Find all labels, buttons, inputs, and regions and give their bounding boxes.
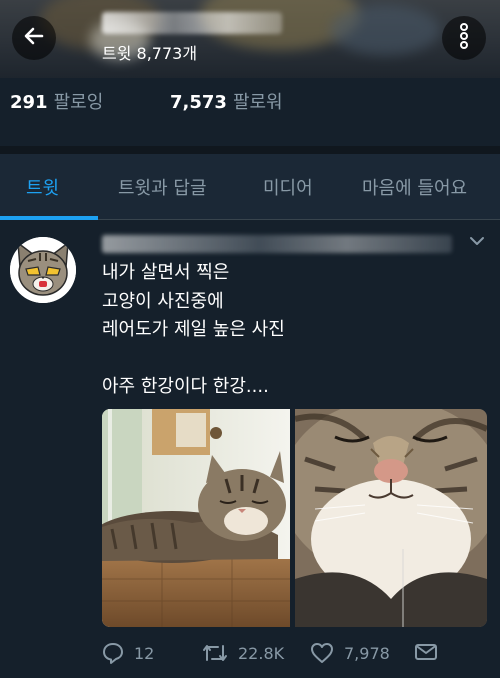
back-button[interactable] bbox=[12, 16, 56, 60]
profile-banner: 트윗 8,773개 bbox=[0, 0, 500, 78]
following-count: 291 bbox=[10, 92, 48, 113]
vertical-dots-icon bbox=[454, 23, 474, 53]
active-tab-indicator bbox=[0, 216, 98, 220]
heart-icon bbox=[311, 643, 333, 663]
like-button[interactable]: 7,978 bbox=[310, 642, 390, 664]
followers-stat[interactable]: 7,573 팔로워 bbox=[170, 88, 283, 114]
envelope-icon bbox=[415, 644, 437, 660]
section-divider bbox=[0, 146, 500, 154]
tweet-text-line bbox=[102, 345, 482, 374]
retweet-icon bbox=[203, 645, 227, 661]
reply-button[interactable]: 12 bbox=[102, 642, 154, 664]
tweet-text-line: 레어도가 제일 높은 사진 bbox=[102, 319, 285, 340]
following-label: 팔로잉 bbox=[53, 92, 104, 113]
more-options-button[interactable] bbox=[442, 16, 486, 60]
profile-name-redacted bbox=[102, 12, 282, 34]
tweet-text-line: 고양이 사진중에 bbox=[102, 290, 224, 312]
tweet-text-line: 내가 살면서 찍은 bbox=[102, 262, 230, 283]
like-count: 7,978 bbox=[344, 643, 390, 663]
cat-photo-right[interactable] bbox=[295, 409, 487, 627]
followers-label: 팔로워 bbox=[232, 92, 283, 113]
tweet-count: 트윗 8,773개 bbox=[102, 44, 198, 63]
tab-media[interactable]: 미디어 bbox=[263, 174, 313, 200]
tweet-text-line: 아주 한강이다 한강.... bbox=[102, 376, 269, 397]
tweet-actions: 12 22.8K 7,978 bbox=[102, 642, 492, 670]
tweet-text: 내가 살면서 찍은 고양이 사진중에 레어도가 제일 높은 사진 아주 한강이다… bbox=[102, 259, 482, 402]
retweet-button[interactable]: 22.8K bbox=[202, 642, 284, 664]
share-button[interactable] bbox=[414, 642, 448, 662]
profile-tabs: 트윗 트윗과 답글 미디어 마음에 들어요 bbox=[0, 154, 500, 220]
following-stat[interactable]: 291 팔로잉 bbox=[10, 88, 103, 114]
tab-likes[interactable]: 마음에 들어요 bbox=[362, 174, 467, 200]
reply-count: 12 bbox=[134, 643, 155, 663]
followers-count: 7,573 bbox=[170, 92, 227, 113]
follow-stats: 291 팔로잉 7,573 팔로워 bbox=[0, 78, 500, 150]
tab-tweets[interactable]: 트윗 bbox=[26, 174, 59, 200]
reply-icon bbox=[103, 643, 123, 664]
tweet-media bbox=[102, 409, 487, 627]
arrow-left-icon bbox=[22, 24, 46, 52]
cat-avatar-illustration bbox=[10, 237, 76, 303]
author-name-redacted[interactable] bbox=[102, 235, 452, 253]
chevron-down-icon[interactable] bbox=[468, 233, 486, 252]
retweet-count: 22.8K bbox=[238, 643, 285, 663]
tweet-card[interactable]: 내가 살면서 찍은 고양이 사진중에 레어도가 제일 높은 사진 아주 한강이다… bbox=[0, 221, 500, 678]
cat-photo-left[interactable] bbox=[102, 409, 290, 627]
tab-tweets-and-replies[interactable]: 트윗과 답글 bbox=[118, 174, 207, 200]
avatar[interactable] bbox=[10, 237, 76, 303]
